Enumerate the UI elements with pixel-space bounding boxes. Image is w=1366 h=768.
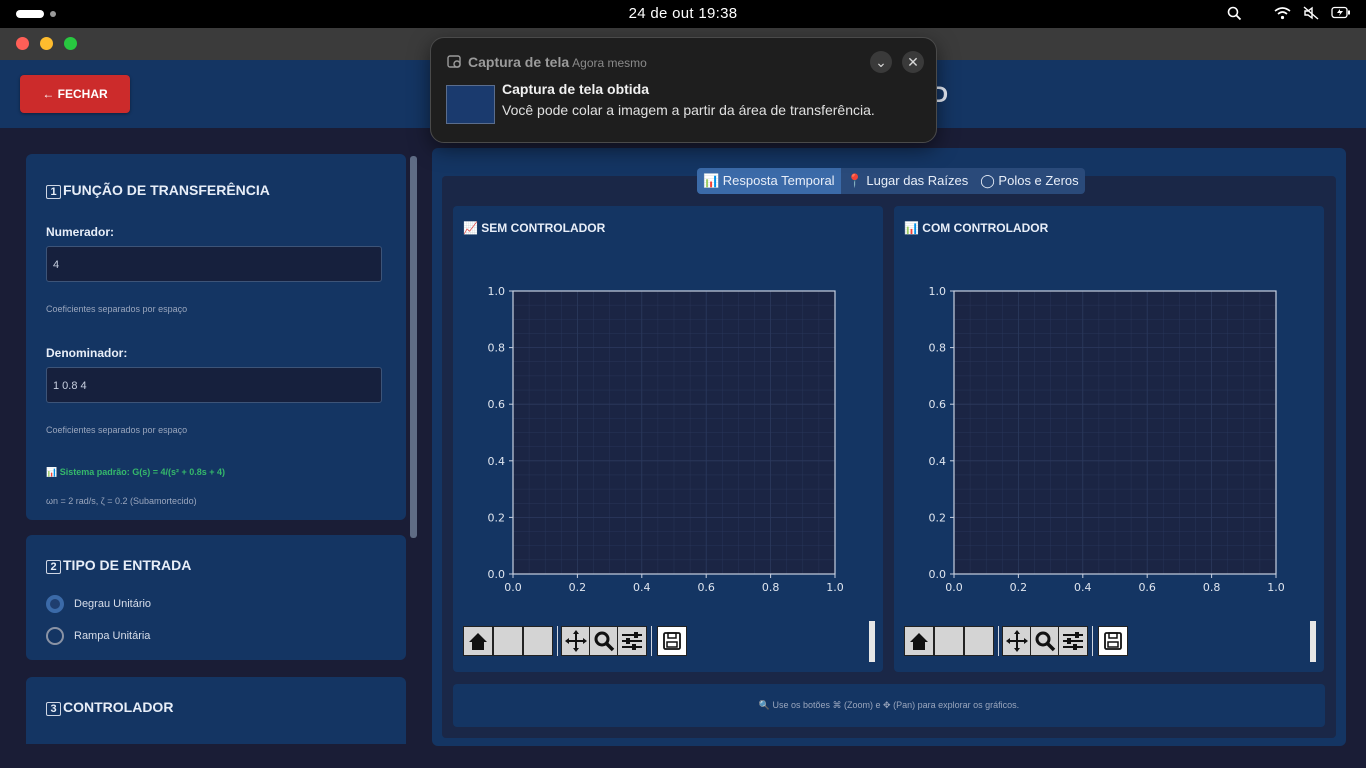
tab-time-response[interactable]: 📊 Resposta Temporal	[697, 168, 841, 194]
card-title-text: FUNÇÃO DE TRANSFERÊNCIA	[63, 182, 270, 198]
transfer-function-card: 1 FUNÇÃO DE TRANSFERÊNCIA Numerador: 4 Co…	[26, 154, 406, 520]
ramp-input-label[interactable]: Rampa Unitária	[74, 630, 150, 642]
menubar-clock[interactable]: 24 de out 19:38	[0, 5, 1366, 22]
y-tick-label: 0.8	[929, 342, 947, 355]
x-tick-label: 0.2	[569, 581, 587, 594]
plot-panel-controlled: 📊 COM CONTROLADOR 0.0 0.2 0.4 0.6 0.8 1.0 0.0 0…	[894, 206, 1324, 672]
zoom-icon[interactable]	[1030, 626, 1060, 656]
x-tick-label: 0.6	[697, 581, 715, 594]
save-icon[interactable]	[657, 626, 687, 656]
card-title-text: CONTROLADOR	[63, 699, 174, 715]
toolbar-separator	[998, 626, 999, 656]
card-title-text: TIPO DE ENTRADA	[63, 557, 192, 573]
y-tick-label: 0.8	[488, 342, 506, 355]
x-tick-label: 0.4	[633, 581, 651, 594]
notification-app-line: Captura de tela Agora mesmo	[468, 54, 647, 70]
input-type-card: 2 TIPO DE ENTRADA Degrau Unitário Rampa U…	[26, 535, 406, 660]
denominator-hint: Coeficientes separados por espaço	[46, 425, 188, 435]
window-close-icon[interactable]	[16, 37, 29, 50]
notification-app-name: Captura de tela	[468, 54, 570, 70]
save-icon[interactable]	[1098, 626, 1128, 656]
battery-icon[interactable]	[1331, 6, 1351, 22]
y-tick-label: 0.0	[488, 568, 506, 581]
toolbar-separator	[1092, 626, 1093, 656]
step-input-radio[interactable]	[46, 595, 64, 613]
pan-icon[interactable]	[561, 626, 591, 656]
window-zoom-icon[interactable]	[64, 37, 77, 50]
card-title: 1 FUNÇÃO DE TRANSFERÊNCIA	[46, 182, 270, 199]
forward-icon[interactable]	[964, 626, 994, 656]
notification-time: Agora mesmo	[572, 56, 647, 70]
x-tick-label: 0.0	[945, 581, 963, 594]
toolbar-separator	[651, 626, 652, 656]
numerator-hint: Coeficientes separados por espaço	[46, 304, 188, 314]
y-tick-label: 0.0	[929, 568, 947, 581]
wifi-icon[interactable]	[1274, 6, 1291, 23]
ramp-input-radio[interactable]	[46, 627, 64, 645]
home-icon[interactable]	[904, 626, 934, 656]
x-tick-label: 0.8	[762, 581, 780, 594]
tab-root-locus[interactable]: 📍 Lugar das Raízes	[841, 168, 975, 194]
chevron-down-icon[interactable]: ⌄	[870, 51, 892, 73]
configure-subplots-icon[interactable]	[617, 626, 647, 656]
y-tick-label: 0.2	[488, 511, 506, 524]
x-tick-label: 0.4	[1074, 581, 1092, 594]
numerator-label: Numerador:	[46, 225, 115, 239]
muted-audio-icon[interactable]	[1303, 6, 1319, 23]
view-tabs: 📊 Resposta Temporal 📍 Lugar das Raízes ◯…	[697, 168, 1085, 194]
back-icon[interactable]	[934, 626, 964, 656]
x-tick-label: 1.0	[1267, 581, 1285, 594]
spotlight-search-icon[interactable]	[1227, 6, 1242, 24]
plot-scrollbar[interactable]	[1310, 621, 1316, 662]
card-title: 2 TIPO DE ENTRADA	[46, 557, 191, 574]
home-icon[interactable]	[463, 626, 493, 656]
help-footer: 🔍 Use os botões ⌘ (Zoom) e ✥ (Pan) para …	[453, 684, 1325, 727]
denominator-label: Denominador:	[46, 346, 128, 360]
screenshot-thumbnail[interactable]	[446, 85, 495, 124]
uncontrolled-chart[interactable]: 0.0 0.2 0.4 0.6 0.8 1.0 0.0 0.2 0.4 0.6 0.8 1.0	[453, 206, 883, 672]
step-number-badge: 1	[46, 185, 61, 199]
step-input-label[interactable]: Degrau Unitário	[74, 598, 151, 610]
controller-card: 3 CONTROLADOR	[26, 677, 406, 744]
plot-panel-uncontrolled: 📈 SEM CONTROLADOR 0.0 0.2 0.4 0.6 0.8 1.0 0.0 0…	[453, 206, 883, 672]
notification-title: Captura de tela obtida	[502, 81, 650, 97]
y-tick-label: 1.0	[488, 285, 506, 298]
y-tick-label: 0.6	[929, 398, 947, 411]
step-number-badge: 2	[46, 560, 61, 574]
y-tick-label: 0.4	[488, 455, 506, 468]
close-button[interactable]: ← FECHAR	[20, 75, 130, 113]
zoom-icon[interactable]	[589, 626, 619, 656]
screenshot-notification[interactable]: Captura de tela Agora mesmo Captura de te…	[430, 37, 937, 143]
card-title: 3 CONTROLADOR	[46, 699, 173, 716]
pan-icon[interactable]	[1002, 626, 1032, 656]
system-params: ωn = 2 rad/s, ζ = 0.2 (Subamortecido)	[46, 496, 197, 506]
denominator-input[interactable]: 1 0.8 4	[46, 367, 382, 403]
screenshot-app-icon	[446, 54, 464, 75]
x-tick-label: 0.8	[1203, 581, 1221, 594]
back-icon[interactable]	[493, 626, 523, 656]
sidebar: 1 FUNÇÃO DE TRANSFERÊNCIA Numerador: 4 Co…	[22, 148, 422, 744]
window-minimize-icon[interactable]	[40, 37, 53, 50]
x-tick-label: 1.0	[826, 581, 844, 594]
tab-poles-zeros[interactable]: ◯ Polos e Zeros	[974, 168, 1084, 194]
close-icon[interactable]: ✕	[902, 51, 924, 73]
y-tick-label: 0.6	[488, 398, 506, 411]
x-tick-label: 0.6	[1138, 581, 1156, 594]
toolbar-separator	[557, 626, 558, 656]
configure-subplots-icon[interactable]	[1058, 626, 1088, 656]
forward-icon[interactable]	[523, 626, 553, 656]
y-tick-label: 0.2	[929, 511, 947, 524]
y-tick-label: 0.4	[929, 455, 947, 468]
step-number-badge: 3	[46, 702, 61, 716]
menu-bar: 24 de out 19:38	[0, 0, 1366, 28]
system-info: 📊 Sistema padrão: G(s) = 4/(s² + 0.8s + …	[46, 467, 226, 477]
x-tick-label: 0.2	[1010, 581, 1028, 594]
notification-body: Você pode colar a imagem a partir da áre…	[502, 102, 875, 118]
y-tick-label: 1.0	[929, 285, 947, 298]
sidebar-scrollbar[interactable]	[410, 156, 417, 538]
plot-scrollbar[interactable]	[869, 621, 875, 662]
numerator-input[interactable]: 4	[46, 246, 382, 282]
x-tick-label: 0.0	[504, 581, 522, 594]
controlled-chart[interactable]: 0.0 0.2 0.4 0.6 0.8 1.0 0.0 0.2 0.4 0.6 0.8 1.0	[894, 206, 1324, 672]
